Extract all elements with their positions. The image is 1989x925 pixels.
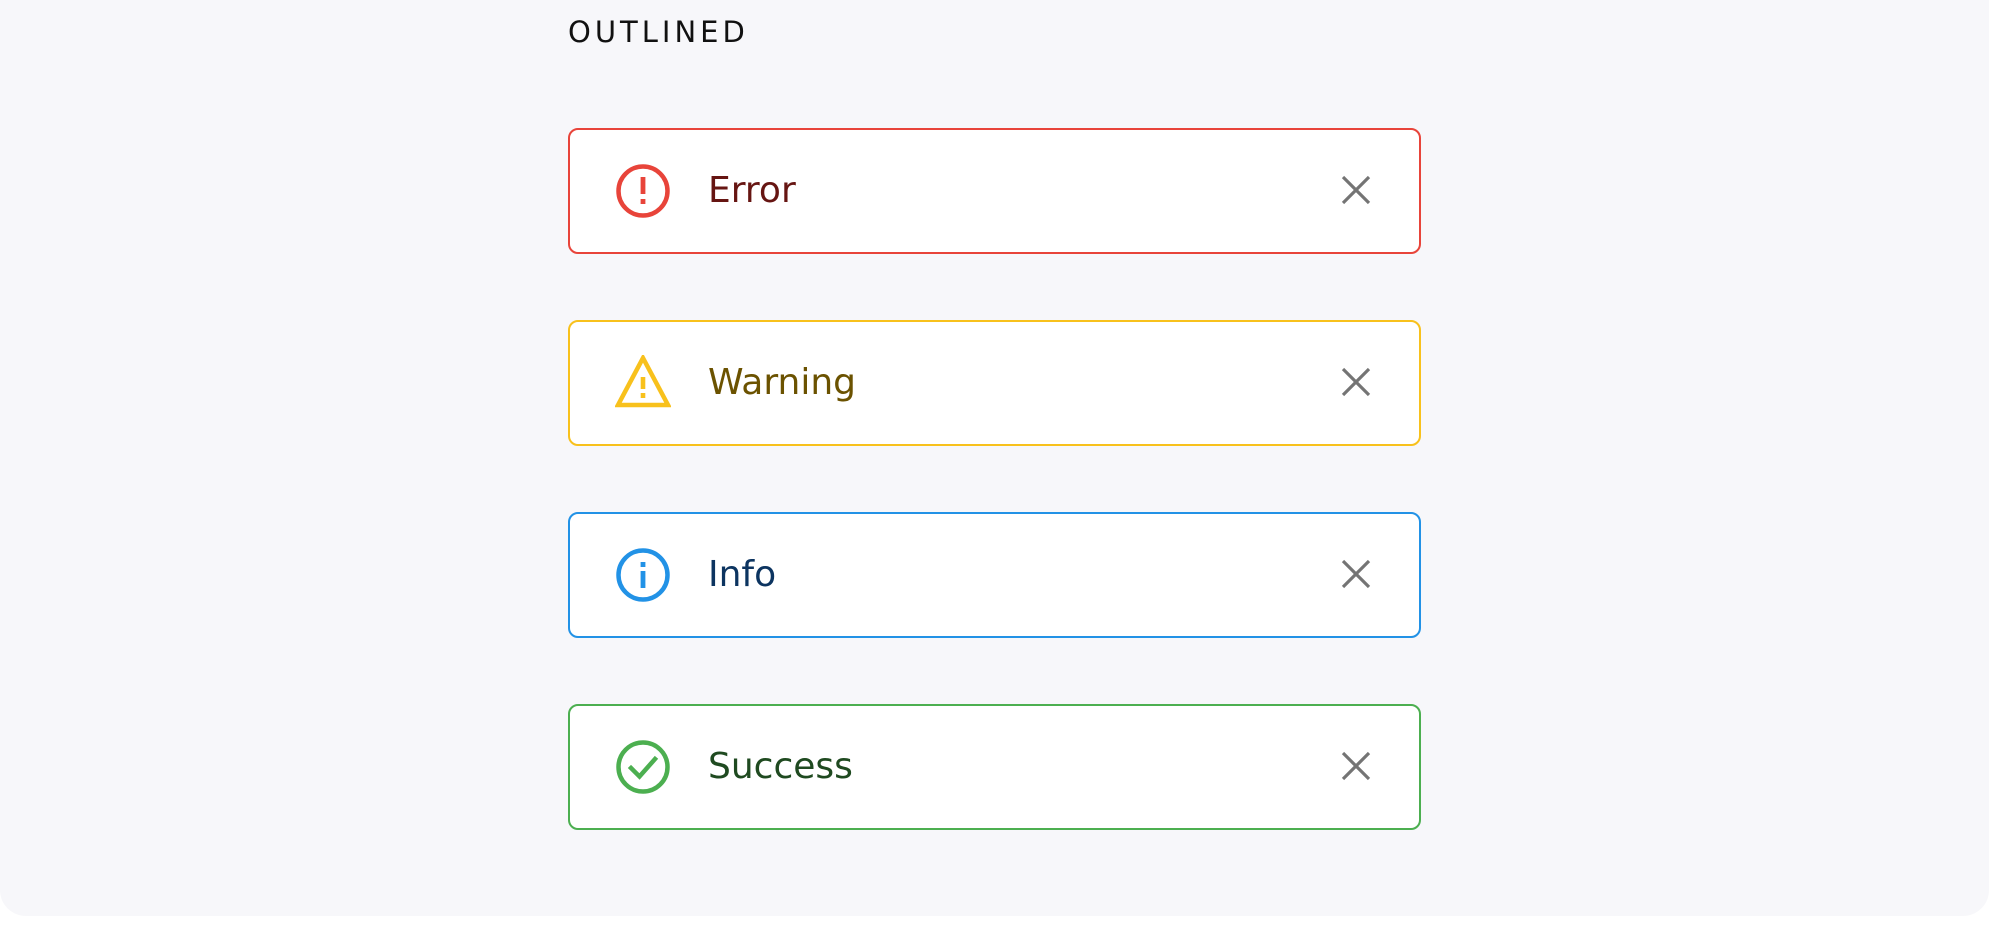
- close-button[interactable]: [1328, 738, 1384, 794]
- close-icon: [1341, 559, 1371, 589]
- info-circle-icon: [615, 547, 671, 603]
- info-alert: Info: [568, 512, 1421, 638]
- close-icon: [1341, 751, 1371, 781]
- error-circle-icon: [615, 163, 671, 219]
- close-icon: [1341, 367, 1371, 397]
- close-button[interactable]: [1328, 546, 1384, 602]
- alerts-panel: OUTLINED Error Warning Info Success: [0, 0, 1989, 916]
- alert-label: Warning: [708, 362, 857, 403]
- section-title: OUTLINED: [568, 15, 749, 49]
- alert-label: Success: [708, 746, 853, 787]
- close-icon: [1341, 175, 1371, 205]
- close-button[interactable]: [1328, 354, 1384, 410]
- check-circle-icon: [615, 739, 671, 795]
- close-button[interactable]: [1328, 162, 1384, 218]
- error-alert: Error: [568, 128, 1421, 254]
- alert-label: Error: [708, 170, 796, 211]
- success-alert: Success: [568, 704, 1421, 830]
- warning-alert: Warning: [568, 320, 1421, 446]
- alert-label: Info: [708, 554, 777, 595]
- warning-triangle-icon: [615, 355, 671, 411]
